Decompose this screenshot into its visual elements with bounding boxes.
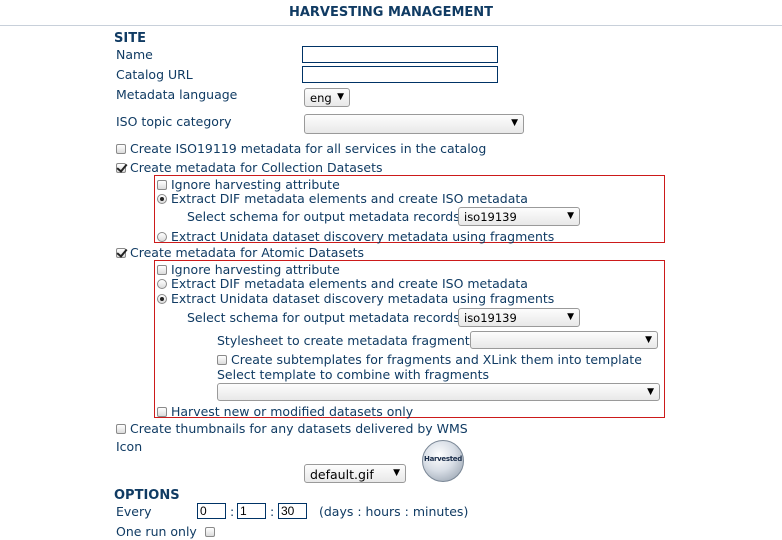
atomic-ignore-row: Ignore harvesting attribute (157, 262, 340, 277)
collection-extract-unidata-row: Extract Unidata dataset discovery metada… (157, 229, 554, 244)
atomic-ignore-checkbox[interactable] (157, 265, 167, 275)
collection-extract-dif-label: Extract DIF metadata elements and create… (171, 191, 528, 206)
atomic-ignore-label: Ignore harvesting attribute (171, 262, 340, 277)
create-iso19119-label: Create ISO19119 metadata for all service… (130, 141, 487, 156)
harvest-new-checkbox[interactable] (157, 407, 167, 417)
dropdown-arrow-icon: ▼ (511, 118, 518, 128)
icon-label: Icon (116, 439, 143, 454)
metadata-language-select[interactable]: eng ▼ (304, 88, 350, 107)
thumbnails-checkbox[interactable] (116, 424, 126, 434)
units-label: (days : hours : minutes) (319, 504, 469, 519)
collection-extract-unidata-label: Extract Unidata dataset discovery metada… (171, 229, 555, 244)
name-field-wrap (302, 46, 498, 63)
dropdown-arrow-icon: ▼ (393, 468, 400, 478)
harvested-logo-icon: Harvested (422, 440, 464, 482)
catalog-url-field-wrap (302, 66, 498, 83)
iso-topic-select[interactable]: ▼ (304, 114, 524, 134)
page-title: HARVESTING MANAGEMENT (288, 5, 494, 20)
collection-ignore-row: Ignore harvesting attribute (157, 177, 340, 192)
iso-topic-label: ISO topic category (116, 114, 232, 129)
create-iso19119-checkbox[interactable] (116, 144, 126, 154)
atomic-extract-dif-radio[interactable] (157, 279, 167, 289)
subtemplates-row: Create subtemplates for fragments and XL… (217, 352, 642, 367)
separator-2: : (270, 504, 275, 519)
name-field[interactable] (302, 46, 498, 63)
collection-datasets-row: Create metadata for Collection Datasets (116, 160, 383, 175)
name-label: Name (116, 47, 153, 62)
header-divider (0, 25, 782, 26)
atomic-schema-label: Select schema for output metadata record… (187, 310, 460, 325)
dropdown-arrow-icon: ▼ (645, 335, 652, 345)
atomic-extract-unidata-label: Extract Unidata dataset discovery metada… (171, 291, 555, 306)
catalog-url-label: Catalog URL (116, 67, 193, 82)
atomic-datasets-checkbox[interactable] (116, 248, 126, 258)
metadata-language-value: eng (310, 91, 332, 105)
icon-select-value: default.gif (310, 467, 374, 482)
catalog-url-field[interactable] (302, 66, 498, 83)
collection-datasets-checkbox[interactable] (116, 163, 126, 173)
dropdown-arrow-icon: ▼ (567, 312, 574, 322)
harvest-new-label: Harvest new or modified datasets only (171, 404, 414, 419)
atomic-extract-unidata-row: Extract Unidata dataset discovery metada… (157, 291, 554, 306)
atomic-datasets-label: Create metadata for Atomic Datasets (130, 245, 365, 260)
collection-extract-dif-row: Extract DIF metadata elements and create… (157, 191, 528, 206)
minutes-input[interactable] (278, 503, 307, 519)
dropdown-arrow-icon: ▼ (567, 211, 574, 221)
collection-extract-dif-radio[interactable] (157, 194, 167, 204)
template-label: Select template to combine with fragment… (217, 367, 489, 382)
atomic-extract-unidata-radio[interactable] (157, 294, 167, 304)
every-label: Every (116, 504, 152, 519)
stylesheet-select[interactable]: ▼ (470, 331, 658, 349)
harvest-new-row: Harvest new or modified datasets only (157, 404, 413, 419)
thumbnails-row: Create thumbnails for any datasets deliv… (116, 421, 468, 436)
collection-schema-value: iso19139 (464, 210, 517, 224)
create-iso19119-row: Create ISO19119 metadata for all service… (116, 141, 486, 156)
one-run-row: One run only (116, 524, 219, 539)
collection-ignore-label: Ignore harvesting attribute (171, 177, 340, 192)
atomic-extract-dif-row: Extract DIF metadata elements and create… (157, 276, 528, 291)
thumbnails-label: Create thumbnails for any datasets deliv… (130, 421, 468, 436)
options-section-label: OPTIONS (114, 488, 180, 503)
collection-ignore-checkbox[interactable] (157, 180, 167, 190)
atomic-datasets-row: Create metadata for Atomic Datasets (116, 245, 364, 260)
one-run-checkbox[interactable] (204, 527, 215, 537)
collection-datasets-label: Create metadata for Collection Datasets (130, 160, 383, 175)
atomic-schema-value: iso19139 (464, 311, 517, 325)
separator-1: : (230, 504, 235, 519)
atomic-extract-dif-label: Extract DIF metadata elements and create… (171, 276, 528, 291)
atomic-schema-select[interactable]: iso19139 ▼ (458, 308, 580, 327)
stylesheet-label: Stylesheet to create metadata fragments (217, 333, 477, 348)
one-run-label: One run only (116, 524, 197, 539)
dropdown-arrow-icon: ▼ (337, 92, 344, 102)
dropdown-arrow-icon: ▼ (647, 387, 654, 397)
template-select[interactable]: ▼ (217, 383, 660, 401)
metadata-language-label: Metadata language (116, 87, 238, 102)
subtemplates-checkbox[interactable] (217, 355, 227, 365)
hours-input[interactable] (237, 503, 266, 519)
harvested-logo-text: Harvested (424, 455, 462, 463)
icon-select[interactable]: default.gif ▼ (304, 464, 406, 483)
collection-schema-label: Select schema for output metadata record… (187, 209, 460, 224)
subtemplates-label: Create subtemplates for fragments and XL… (231, 352, 642, 367)
site-section-label: SITE (114, 31, 146, 46)
collection-schema-select[interactable]: iso19139 ▼ (458, 207, 580, 226)
collection-extract-unidata-radio[interactable] (157, 232, 167, 242)
days-input[interactable] (197, 503, 226, 519)
